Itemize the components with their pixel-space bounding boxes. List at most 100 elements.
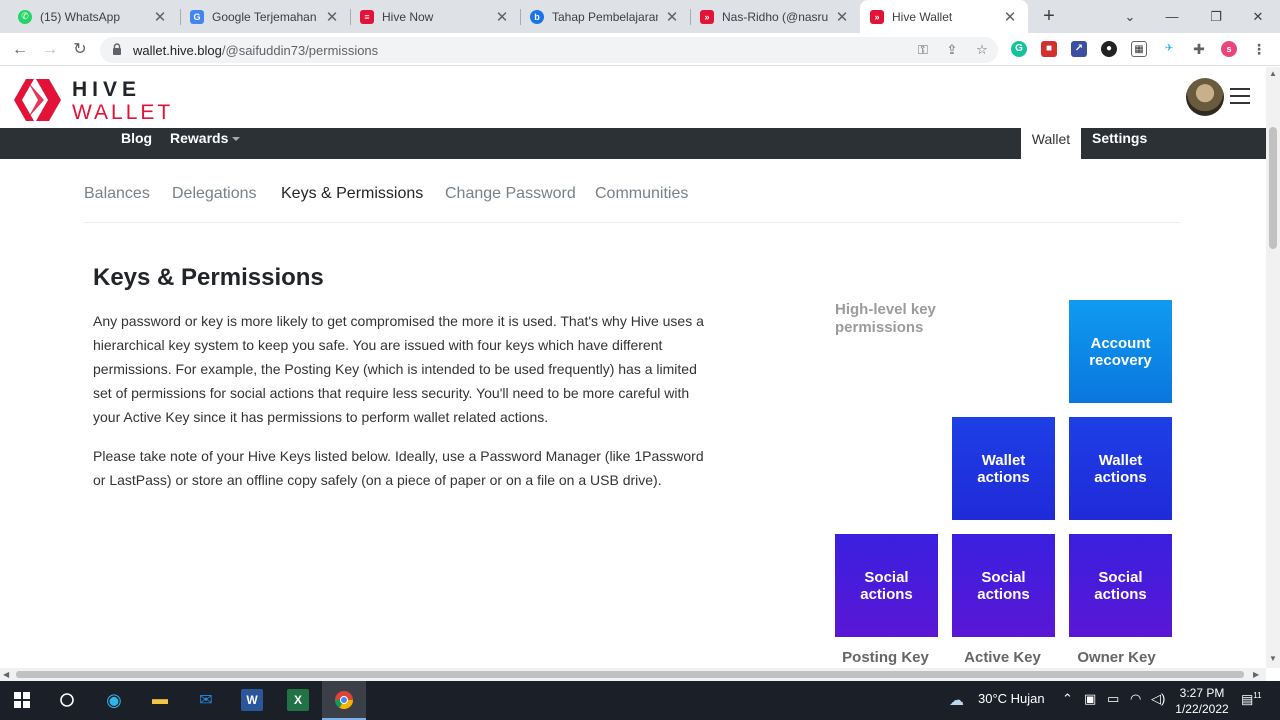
browser-tab-whatsapp[interactable]: ✆ (15) WhatsApp ✕ — [8, 0, 178, 33]
tab-search-chevron-icon[interactable]: ⌄ — [1108, 0, 1152, 33]
wallet-subtabs: Balances Delegations Keys & Permissions … — [84, 185, 1180, 223]
excel-app-icon[interactable]: X — [287, 689, 309, 711]
tab-delegations[interactable]: Delegations — [172, 185, 257, 203]
windows-taskbar: ◉ ▬ ✉ W X ☁ 30°C Hujan ⌃ ▣ ▭ ◠ ◁) 3:27 P… — [0, 681, 1280, 720]
close-icon[interactable]: ✕ — [494, 8, 510, 26]
hamburger-menu-icon[interactable] — [1230, 88, 1250, 104]
hive-logo-icon[interactable] — [14, 79, 62, 121]
nav-rewards-label: Rewards — [170, 130, 229, 146]
scroll-up-arrow-icon[interactable]: ▲ — [1269, 69, 1277, 78]
profile-avatar-icon[interactable]: s — [1221, 41, 1237, 57]
browser-tab-nas-ridho[interactable]: » Nas-Ridho (@nasrud ✕ — [690, 0, 860, 33]
close-icon[interactable]: ✕ — [324, 8, 340, 26]
key-icon[interactable]: ⚿ — [915, 42, 931, 58]
search-circle-icon[interactable] — [56, 689, 78, 711]
wordmark-wallet: WALLET — [72, 101, 174, 124]
close-icon[interactable]: ✕ — [834, 8, 850, 26]
active-key-label: Active Key — [964, 649, 1041, 666]
weather-text[interactable]: 30°C Hujan — [978, 691, 1045, 706]
minimize-button[interactable]: — — [1150, 0, 1194, 33]
mail-icon[interactable]: ✉ — [195, 689, 217, 711]
horizontal-scroll-thumb[interactable] — [16, 671, 1244, 678]
extension-red-icon[interactable]: ■ — [1041, 41, 1057, 57]
notification-count: 11 — [1253, 691, 1262, 700]
google-translate-icon: G — [190, 9, 204, 24]
file-explorer-icon[interactable]: ▬ — [149, 689, 171, 711]
wifi-icon[interactable]: ◠ — [1130, 691, 1141, 707]
browser-tab-learning[interactable]: b Tahap Pembelajaran C ✕ — [520, 0, 690, 33]
volume-icon[interactable]: ◁) — [1151, 691, 1165, 707]
restore-button[interactable]: ❐ — [1194, 0, 1238, 33]
user-avatar[interactable] — [1186, 78, 1224, 116]
tab-title: Hive Wallet — [892, 9, 953, 24]
user-nav-bar: Blog Rewards Wallet Settings — [0, 128, 1266, 159]
tab-balances[interactable]: Balances — [84, 185, 150, 203]
scroll-right-arrow-icon[interactable]: ▶ — [1253, 670, 1259, 679]
wordmark-hive: HIVE — [72, 78, 142, 101]
tray-app-icon[interactable]: ▣ — [1084, 691, 1096, 707]
close-icon[interactable]: ✕ — [664, 8, 680, 26]
browser-toolbar: ← → ↻ wallet.hive.blog/@saifuddin73/perm… — [0, 33, 1280, 66]
chrome-app-icon[interactable] — [333, 689, 355, 711]
scroll-left-arrow-icon[interactable]: ◀ — [3, 670, 9, 679]
hive-header: HIVE WALLET — [0, 67, 1266, 128]
nav-rewards-link[interactable]: Rewards — [170, 130, 241, 146]
tab-change-password[interactable]: Change Password — [445, 185, 576, 203]
keys-note-paragraph: Please take note of your Hive Keys liste… — [93, 448, 704, 488]
windows-start-icon[interactable] — [11, 689, 33, 711]
grammarly-icon[interactable]: G — [1011, 41, 1027, 57]
browser-tab-hive-now[interactable]: ≡ Hive Now ✕ — [350, 0, 520, 33]
high-level-permissions-label: High-level key permissions — [835, 301, 936, 336]
horizontal-scrollbar[interactable]: ◀ ▶ — [0, 668, 1266, 681]
close-window-button[interactable]: ✕ — [1236, 0, 1280, 33]
page-title: Keys & Permissions — [93, 264, 324, 291]
vertical-scroll-thumb[interactable] — [1269, 127, 1277, 249]
browser-menu-icon[interactable]: ⋮ — [1251, 41, 1267, 57]
tab-title: (15) WhatsApp — [40, 9, 121, 24]
hive-icon: » — [700, 9, 714, 24]
qr-code-icon[interactable]: ▦ — [1131, 41, 1147, 57]
tab-title: Nas-Ridho (@nasrud — [722, 9, 828, 24]
hive-wordmark[interactable]: HIVE WALLET — [72, 79, 173, 123]
extensions-puzzle-icon[interactable]: ✚ — [1191, 41, 1207, 57]
extension-chart-icon[interactable]: ↗ — [1071, 41, 1087, 57]
bookmark-star-icon[interactable]: ☆ — [974, 42, 990, 58]
hive-icon: » — [870, 9, 884, 24]
extension-blue-icon[interactable]: ✈ — [1161, 41, 1177, 57]
caret-down-icon — [232, 137, 241, 142]
whatsapp-icon: ✆ — [18, 9, 32, 24]
lock-icon — [113, 43, 121, 55]
weather-cloud-icon[interactable]: ☁ — [949, 691, 964, 709]
scroll-down-arrow-icon[interactable]: ▼ — [1269, 654, 1277, 663]
word-app-icon[interactable]: W — [241, 689, 263, 711]
reload-icon[interactable]: ↻ — [69, 39, 91, 61]
notification-center-icon[interactable]: ▤11 — [1241, 691, 1262, 707]
share-icon[interactable]: ⇪ — [944, 42, 960, 58]
close-icon[interactable]: ✕ — [1002, 8, 1018, 26]
clock-time: 3:27 PM — [1179, 686, 1225, 700]
close-icon[interactable]: ✕ — [152, 8, 168, 26]
tab-title: Hive Now — [382, 9, 434, 24]
system-clock[interactable]: 3:27 PM 1/22/2022 — [1170, 685, 1234, 717]
active-social-actions-box: Social actions — [952, 534, 1055, 637]
tab-communities[interactable]: Communities — [595, 185, 688, 203]
address-bar[interactable]: wallet.hive.blog/@saifuddin73/permission… — [100, 37, 998, 63]
owner-social-actions-box: Social actions — [1069, 534, 1172, 637]
edge-browser-icon[interactable]: ◉ — [103, 689, 125, 711]
vertical-scrollbar[interactable]: ▲ ▼ — [1266, 67, 1280, 668]
extension-dark-icon[interactable]: ● — [1101, 41, 1117, 57]
learning-icon: b — [530, 9, 544, 24]
forward-arrow-icon[interactable]: → — [39, 39, 61, 61]
battery-icon[interactable]: ▭ — [1107, 691, 1119, 707]
intro-paragraph: Any password or key is more likely to ge… — [93, 313, 704, 425]
back-arrow-icon[interactable]: ← — [9, 39, 31, 61]
tab-title: Google Terjemahan — [212, 9, 317, 24]
new-tab-button[interactable]: + — [1038, 5, 1060, 27]
nav-blog-link[interactable]: Blog — [121, 130, 152, 146]
browser-tab-google-translate[interactable]: G Google Terjemahan ✕ — [180, 0, 350, 33]
tray-chevron-up-icon[interactable]: ⌃ — [1062, 691, 1073, 707]
nav-settings-link[interactable]: Settings — [1092, 130, 1147, 146]
nav-wallet-tab[interactable]: Wallet — [1021, 128, 1081, 159]
browser-tab-hive-wallet[interactable]: » Hive Wallet ✕ — [860, 0, 1028, 33]
tab-keys-permissions[interactable]: Keys & Permissions — [281, 185, 423, 203]
